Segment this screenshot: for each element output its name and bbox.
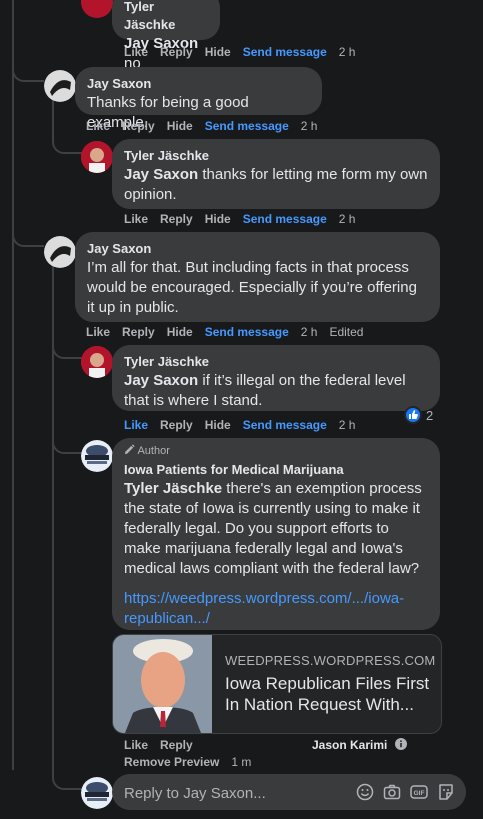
remove-preview-button[interactable]: Remove Preview (124, 755, 219, 769)
tagged-user[interactable]: Jason Karimi (312, 738, 407, 752)
avatar[interactable] (44, 236, 76, 268)
timestamp[interactable]: 2 h (339, 418, 356, 432)
composer-avatar (81, 777, 113, 809)
like-button[interactable]: Like (124, 418, 148, 432)
comment-author[interactable]: Tyler Jäschke (124, 353, 428, 371)
thread-connector (52, 335, 82, 359)
link-preview-image (113, 635, 212, 733)
comment-actions: Like Reply Hide Send message 2 h (124, 418, 367, 432)
tagged-user-name[interactable]: Jason Karimi (312, 738, 387, 752)
comment-text: Jay Saxon if it’s illegal on the federal… (124, 371, 428, 411)
reply-button[interactable]: Reply (122, 325, 155, 339)
hide-button[interactable]: Hide (167, 325, 193, 339)
timestamp[interactable]: 2 h (339, 45, 356, 59)
comment-bubble: Author Iowa Patients for Medical Marijua… (112, 438, 440, 630)
gif-icon[interactable]: GIF (410, 783, 428, 801)
comment-bubble: Tyler Jäschke Jay Saxon no (112, 0, 220, 72)
timestamp[interactable]: 2 h (339, 212, 356, 226)
sticker-icon[interactable] (437, 783, 455, 801)
reply-button[interactable]: Reply (160, 212, 193, 226)
comment-bubble: Jay Saxon Thanks for being a good exampl… (75, 67, 322, 131)
link-preview-domain: WEEDPRESS.WORDPRESS.COM (225, 653, 436, 668)
comment-text: Tyler Jäschke there's an exemption proce… (124, 479, 428, 579)
hide-button[interactable]: Hide (167, 119, 193, 133)
reply-button[interactable]: Reply (122, 119, 155, 133)
pencil-icon (124, 444, 135, 455)
timestamp[interactable]: 2 h (301, 325, 318, 339)
avatar[interactable] (81, 141, 113, 173)
comment-author[interactable]: Jay Saxon (87, 240, 428, 258)
send-message-button[interactable]: Send message (243, 418, 327, 432)
hide-button[interactable]: Hide (205, 45, 231, 59)
mention[interactable]: Jay Saxon (124, 372, 198, 389)
avatar[interactable] (81, 440, 113, 472)
send-message-button[interactable]: Send message (205, 325, 289, 339)
comment-actions: Like Reply (124, 738, 205, 752)
hide-button[interactable]: Hide (205, 418, 231, 432)
like-button[interactable]: Like (86, 119, 110, 133)
comment-bubble: Tyler Jäschke Jay Saxon if it’s illegal … (112, 345, 440, 411)
comment-author[interactable]: Tyler Jäschke (124, 147, 428, 165)
thread-connector (12, 225, 44, 247)
comment-text: I’m all for that. But including facts in… (87, 259, 417, 316)
thread-connector (52, 130, 82, 154)
comment-actions: Like Reply Hide Send message 2 h Edited (86, 325, 375, 339)
like-button[interactable]: Like (124, 738, 148, 752)
timestamp[interactable]: 1 m (231, 755, 251, 769)
comment-author[interactable]: Jay Saxon (87, 75, 310, 93)
avatar[interactable] (44, 70, 76, 102)
comment-actions: Like Reply Hide Send message 2 h (124, 45, 367, 59)
comment-actions: Like Reply Hide Send message 2 h (124, 212, 367, 226)
author-badge: Author (124, 444, 170, 458)
comment-author[interactable]: Iowa Patients for Medical Marijuana (124, 461, 428, 479)
thread-connector (12, 60, 44, 82)
emoji-icon[interactable] (356, 783, 374, 801)
camera-icon[interactable] (383, 783, 401, 801)
reply-composer: GIF (112, 774, 466, 812)
thread-connector (52, 430, 82, 454)
like-button[interactable]: Like (124, 45, 148, 59)
thread-line-inner (52, 100, 54, 130)
link-preview-card[interactable]: WEEDPRESS.WORDPRESS.COM Iowa Republican … (112, 634, 442, 734)
thread-line-outer (12, 0, 14, 770)
preview-actions: Remove Preview 1 m (124, 755, 263, 769)
like-button[interactable]: Like (124, 212, 148, 226)
avatar[interactable] (81, 0, 113, 18)
thumbs-up-icon (404, 406, 422, 424)
hide-button[interactable]: Hide (205, 212, 231, 226)
reaction-count: 2 (426, 408, 434, 423)
timestamp[interactable]: 2 h (301, 119, 318, 133)
avatar[interactable] (81, 346, 113, 378)
reply-button[interactable]: Reply (160, 738, 193, 752)
comment-bubble: Jay Saxon I’m all for that. But includin… (75, 232, 440, 322)
comment-author[interactable]: Tyler Jäschke (124, 0, 208, 34)
comment-text: Jay Saxon thanks for letting me form my … (124, 165, 428, 205)
send-message-button[interactable]: Send message (243, 45, 327, 59)
like-button[interactable]: Like (86, 325, 110, 339)
mention[interactable]: Jay Saxon (124, 166, 198, 183)
link-preview-title: Iowa Republican Files First In Nation Re… (225, 674, 430, 714)
author-badge-label: Author (137, 445, 170, 457)
reply-button[interactable]: Reply (160, 45, 193, 59)
comment-actions: Like Reply Hide Send message 2 h (86, 119, 329, 133)
mention[interactable]: Tyler Jäschke (124, 480, 222, 497)
send-message-button[interactable]: Send message (243, 212, 327, 226)
info-icon[interactable] (394, 738, 407, 750)
comment-link[interactable]: https://weedpress.wordpress.com/.../iowa… (124, 589, 428, 629)
reply-input[interactable] (112, 774, 356, 812)
thread-connector (52, 766, 82, 790)
comment-bubble: Tyler Jäschke Jay Saxon thanks for letti… (112, 139, 440, 209)
send-message-button[interactable]: Send message (205, 119, 289, 133)
svg-text:GIF: GIF (414, 790, 425, 797)
reply-button[interactable]: Reply (160, 418, 193, 432)
edited-label[interactable]: Edited (329, 325, 363, 339)
